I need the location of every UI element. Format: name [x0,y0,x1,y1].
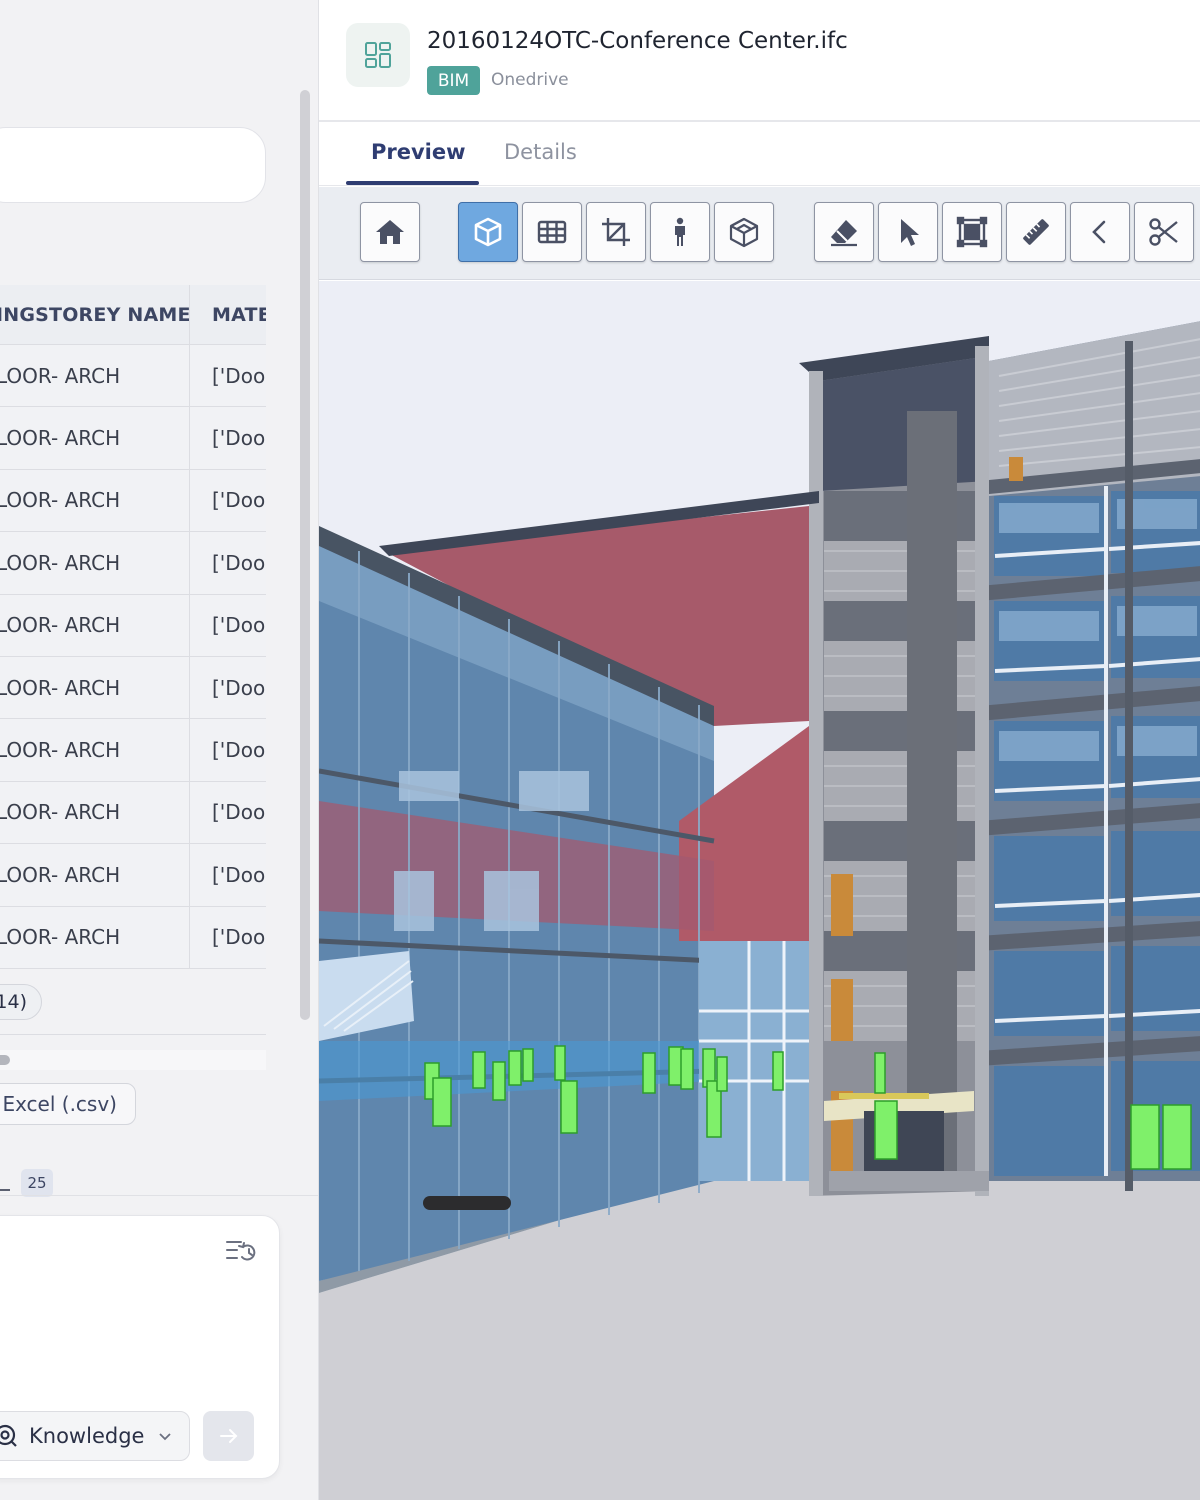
home-button[interactable] [360,202,420,262]
section-box-button[interactable] [714,202,774,262]
file-type-icon [346,23,410,87]
table-cell: ['Door [212,488,266,513]
tab-preview[interactable]: Preview [371,140,466,164]
divider [0,1034,266,1035]
table-cell: LOOR- ARCH [0,781,190,844]
viewer-toolbar [319,187,1200,280]
pointer-icon [901,219,919,246]
fit-view-button[interactable] [942,202,1002,262]
arrow-right-icon [219,1429,237,1443]
table-row[interactable]: LOOR- ARCH ['Door [0,532,266,595]
chevron-left-icon [1092,220,1106,244]
history-icon[interactable] [225,1236,257,1266]
table-cell: ['Door [212,925,266,950]
box-section-icon [729,217,759,248]
table-cell: LOOR- ARCH [0,532,190,594]
table-cell: ['Door [212,675,266,700]
crop-button[interactable] [586,202,646,262]
cube-3d-icon [474,217,502,247]
person-walk-icon [675,217,685,246]
table-cell: LOOR- ARCH [0,469,190,532]
export-csv-button[interactable]: Excel (.csv) [0,1083,136,1125]
table-cell: LOOR- ARCH [0,345,190,407]
page-size-select[interactable]: 25 [21,1169,53,1197]
table-row[interactable]: LOOR- ARCH ['Door [0,781,266,845]
measure-button[interactable] [1006,202,1066,262]
eraser-button[interactable] [814,202,874,262]
table-cell: LOOR- ARCH [0,407,190,469]
dashboard-grid-icon [365,42,391,68]
table-row[interactable]: LOOR- ARCH ['Door [0,719,266,782]
ruler-icon [1023,219,1049,245]
table-cell: ['Door [212,800,266,825]
table-row[interactable]: LOOR- ARCH ['Door [0,407,266,470]
column-header-material[interactable]: MATEI [190,285,266,344]
search-input[interactable] [0,127,266,203]
table-header: INGSTOREY NAME MATEI [0,285,266,345]
grid-icon [537,220,567,244]
tab-details[interactable]: Details [504,140,577,164]
divider [0,1195,318,1196]
knowledge-icon [0,1424,17,1447]
table-cell: ['Door [212,363,266,388]
select-button[interactable] [878,202,938,262]
divider [319,120,1200,122]
table-row[interactable]: LOOR- ARCH ['Door [0,844,266,907]
data-table: INGSTOREY NAME MATEI LOOR- ARCH ['Door LO… [0,285,266,969]
horizontal-scrollbar-thumb[interactable] [0,1055,10,1065]
bim-badge: BIM [427,66,480,95]
divider [319,185,1200,186]
send-button[interactable] [203,1411,254,1461]
home-icon [376,220,404,244]
left-panel: INGSTOREY NAME MATEI LOOR- ARCH ['Door LO… [0,0,318,1500]
column-header-storey[interactable]: INGSTOREY NAME [0,285,190,344]
3d-view-button[interactable] [458,202,518,262]
eraser-icon [831,220,857,247]
fit-frame-icon [956,216,988,248]
building-model [319,281,1200,1500]
table-cell: ['Door [212,738,266,763]
scissors-icon [1149,218,1178,246]
source-label: Onedrive [491,70,569,90]
horizontal-scrollbar[interactable] [0,1050,266,1070]
right-panel: 20160124OTC-Conference Center.ifc BIM On… [318,0,1200,1500]
crop-icon [602,218,630,246]
pagination-dash [0,1189,10,1191]
table-cell: LOOR- ARCH [0,656,190,719]
table-row[interactable]: LOOR- ARCH ['Door [0,906,266,969]
table-view-button[interactable] [522,202,582,262]
chevron-down-icon [159,1433,172,1441]
cut-button[interactable] [1134,202,1194,262]
collapse-button[interactable] [1070,202,1130,262]
table-cell: LOOR- ARCH [0,594,190,656]
table-row[interactable]: LOOR- ARCH ['Door [0,469,266,533]
table-cell: LOOR- ARCH [0,719,190,781]
table-row[interactable]: LOOR- ARCH ['Door [0,345,266,408]
table-cell: ['Door [212,426,266,451]
walk-mode-button[interactable] [650,202,710,262]
knowledge-label: Knowledge [29,1424,145,1448]
table-row[interactable]: LOOR- ARCH ['Door [0,594,266,657]
table-cell: ['Door [212,862,266,887]
table-cell: LOOR- ARCH [0,906,190,968]
table-cell: ['Door [212,613,266,638]
row-count-pill[interactable]: 14) [0,984,42,1020]
knowledge-select[interactable]: Knowledge [0,1411,190,1461]
home-indicator[interactable] [423,1196,511,1210]
vertical-scrollbar[interactable] [300,90,310,1020]
table-cell: ['Door [212,550,266,575]
bim-3d-viewport[interactable] [319,281,1200,1500]
file-title: 20160124OTC-Conference Center.ifc [427,28,848,54]
table-row[interactable]: LOOR- ARCH ['Door [0,656,266,720]
table-cell: LOOR- ARCH [0,844,190,906]
